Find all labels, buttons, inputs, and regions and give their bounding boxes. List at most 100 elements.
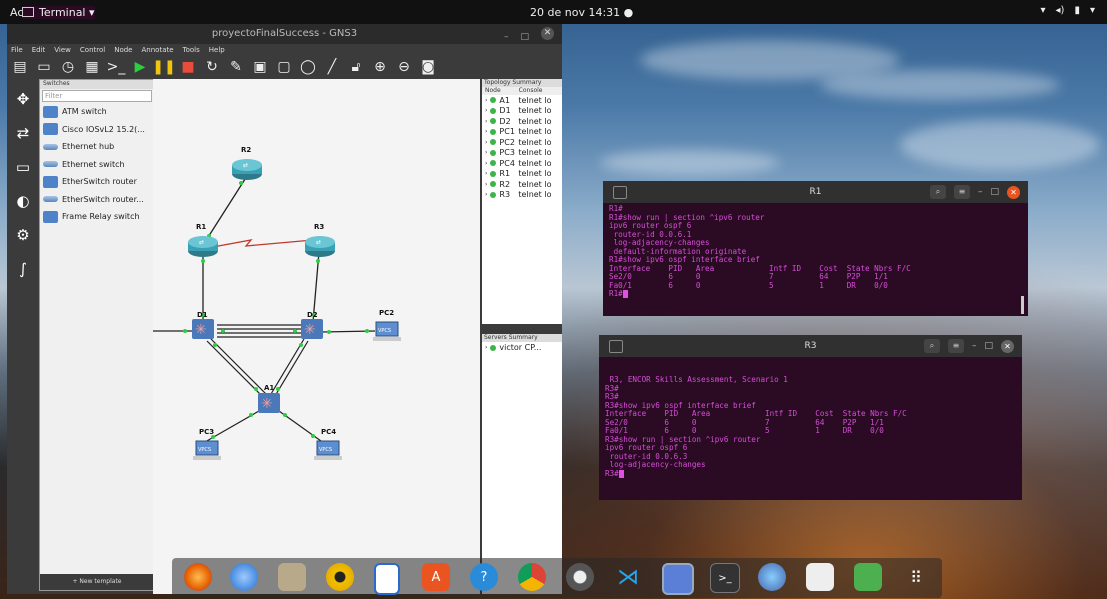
app-grid-icon[interactable]: ⠿ <box>902 563 930 591</box>
texteditor-icon[interactable] <box>806 563 834 591</box>
terminal-menu-label: Terminal ▾ <box>39 5 95 19</box>
menu-node[interactable]: Node <box>114 46 132 54</box>
console-all-icon[interactable]: >_ <box>107 58 126 76</box>
minimize-button[interactable]: – <box>978 187 983 197</box>
device-item[interactable]: Frame Relay switch <box>40 208 154 226</box>
menu-help[interactable]: Help <box>209 46 225 54</box>
browse-routers-icon[interactable]: ✥ <box>12 88 34 110</box>
menu-tools[interactable]: Tools <box>183 46 200 54</box>
topology-row[interactable]: › PC3 telnet lo <box>482 148 562 159</box>
pc-pc4[interactable]: VPCS <box>314 440 342 460</box>
topology-row[interactable]: › D1 telnet lo <box>482 106 562 117</box>
menu-icon[interactable]: ≡ <box>953 185 970 199</box>
menu-file[interactable]: File <box>11 46 23 54</box>
browse-switches-icon[interactable]: ⇄ <box>12 122 34 144</box>
new-project-icon[interactable]: ▤ <box>11 58 29 76</box>
server-row[interactable]: › victor CP... <box>482 342 562 353</box>
topology-row[interactable]: › PC2 telnet lo <box>482 137 562 148</box>
topology-canvas[interactable]: ⇄ R2 ⇄ R1 ⇄ R3 ✳ D1 ✳ D2 ✳ A1 VPCS PC2 V… <box>153 79 480 594</box>
new-template-button[interactable]: + New template <box>40 574 154 590</box>
suspend-all-icon[interactable]: ❚❚ <box>152 58 175 76</box>
device-item[interactable]: EtherSwitch router <box>40 173 154 191</box>
switch-d1[interactable]: ✳ <box>192 319 214 339</box>
terminal-r3[interactable]: R3 ⌕ ≡ – □ ✕ R3, ENCOR Skills Assessment… <box>599 335 1022 500</box>
menu-icon[interactable]: ≡ <box>947 339 964 353</box>
pc-pc3[interactable]: VPCS <box>193 440 221 460</box>
topology-row[interactable]: › PC1 telnet lo <box>482 127 562 138</box>
switch-d2[interactable]: ✳ <box>301 319 323 339</box>
close-button[interactable]: ✕ <box>541 27 554 40</box>
device-filter-input[interactable]: Filter <box>42 90 152 102</box>
reload-all-icon[interactable]: ↻ <box>203 58 221 76</box>
zoom-out-icon[interactable]: ⊖ <box>395 58 413 76</box>
pc-pc2[interactable]: VPCS <box>373 321 401 341</box>
insert-picture-icon[interactable]: ▣ <box>251 58 269 76</box>
switch-a1[interactable]: ✳ <box>258 393 280 413</box>
draw-rectangle-icon[interactable]: ▢ <box>275 58 293 76</box>
router-r3[interactable]: ⇄ <box>305 236 335 257</box>
start-all-icon[interactable]: ▶ <box>131 58 149 76</box>
topology-row[interactable]: › PC4 telnet lo <box>482 158 562 169</box>
topology-row[interactable]: › R2 telnet lo <box>482 179 562 190</box>
terminal-icon[interactable]: >_ <box>710 563 740 593</box>
add-note-icon[interactable]: ✎ <box>227 58 245 76</box>
software-icon[interactable]: A <box>422 563 450 591</box>
chrome-icon[interactable] <box>518 563 546 591</box>
snapshot-icon[interactable]: ▦ <box>83 58 101 76</box>
stop-all-icon[interactable]: ■ <box>179 58 197 76</box>
topology-row[interactable]: › R3 telnet lo <box>482 190 562 201</box>
router-r2[interactable]: ⇄ <box>232 159 262 180</box>
add-link-icon[interactable]: ∫ <box>12 258 34 280</box>
maximize-button[interactable]: □ <box>984 341 993 351</box>
zoom-in-icon[interactable]: ⊕ <box>371 58 389 76</box>
close-button[interactable]: ✕ <box>1007 185 1020 199</box>
writer-icon[interactable] <box>374 563 400 595</box>
device-item[interactable]: Ethernet switch <box>40 156 154 174</box>
terminal-app-menu[interactable]: Terminal ▾ <box>22 5 95 19</box>
terminal-r1[interactable]: R1 ⌕ ≡ – □ ✕ R1# R1#show run | section ^… <box>603 181 1028 316</box>
screenshot-icon[interactable] <box>662 563 694 595</box>
search-icon[interactable]: ⌕ <box>929 185 946 199</box>
files-icon[interactable] <box>278 563 306 591</box>
gns3-icon[interactable] <box>758 563 786 591</box>
topology-row[interactable]: › R1 telnet lo <box>482 169 562 180</box>
console-type: telnet lo <box>518 95 552 105</box>
menu-edit[interactable]: Edit <box>32 46 46 54</box>
device-item[interactable]: ATM switch <box>40 103 154 121</box>
firefox-icon[interactable] <box>184 563 212 591</box>
topology-row[interactable]: › D2 telnet lo <box>482 116 562 127</box>
device-item[interactable]: Cisco IOSvL2 15.2(... <box>40 121 154 139</box>
menu-annotate[interactable]: Annotate <box>142 46 174 54</box>
search-icon[interactable]: ⌕ <box>923 339 940 353</box>
scrollbar[interactable] <box>1021 296 1024 314</box>
draw-ellipse-icon[interactable]: ◯ <box>299 58 317 76</box>
menu-control[interactable]: Control <box>80 46 105 54</box>
topology-row[interactable]: › A1 telnet lo <box>482 95 562 106</box>
vscode-icon[interactable]: ⋊ <box>614 563 642 591</box>
minimize-button[interactable]: – <box>504 27 509 47</box>
open-project-icon[interactable]: ▭ <box>35 58 53 76</box>
browse-end-devices-icon[interactable]: ▭ <box>12 156 34 178</box>
maximize-button[interactable]: □ <box>520 27 529 47</box>
clock[interactable]: 20 de nov 14:31 ● <box>530 6 633 19</box>
close-button[interactable]: ✕ <box>1001 339 1014 353</box>
device-item[interactable]: EtherSwitch router... <box>40 191 154 209</box>
router-r1[interactable]: ⇄ <box>188 236 218 257</box>
settings-icon[interactable] <box>566 563 594 591</box>
menu-view[interactable]: View <box>54 46 71 54</box>
frame-relay-icon <box>43 210 58 223</box>
thunderbird-icon[interactable] <box>230 563 258 591</box>
lock-icon[interactable]: 🔓︎ <box>347 58 365 76</box>
screenshot-icon[interactable]: ◙ <box>419 58 437 76</box>
draw-line-icon[interactable]: ╱ <box>323 58 341 76</box>
browse-all-devices-icon[interactable]: ⚙ <box>12 224 34 246</box>
browse-security-devices-icon[interactable]: ◐ <box>12 190 34 212</box>
maximize-button[interactable]: □ <box>990 187 999 197</box>
history-icon[interactable]: ◷ <box>59 58 77 76</box>
system-tray[interactable]: ▾ ◂) ▮ ▾ <box>1041 5 1096 16</box>
help-icon[interactable]: ? <box>470 563 498 591</box>
device-item[interactable]: Ethernet hub <box>40 138 154 156</box>
trash-icon[interactable] <box>854 563 882 591</box>
rhythmbox-icon[interactable] <box>326 563 354 591</box>
minimize-button[interactable]: – <box>972 341 977 351</box>
